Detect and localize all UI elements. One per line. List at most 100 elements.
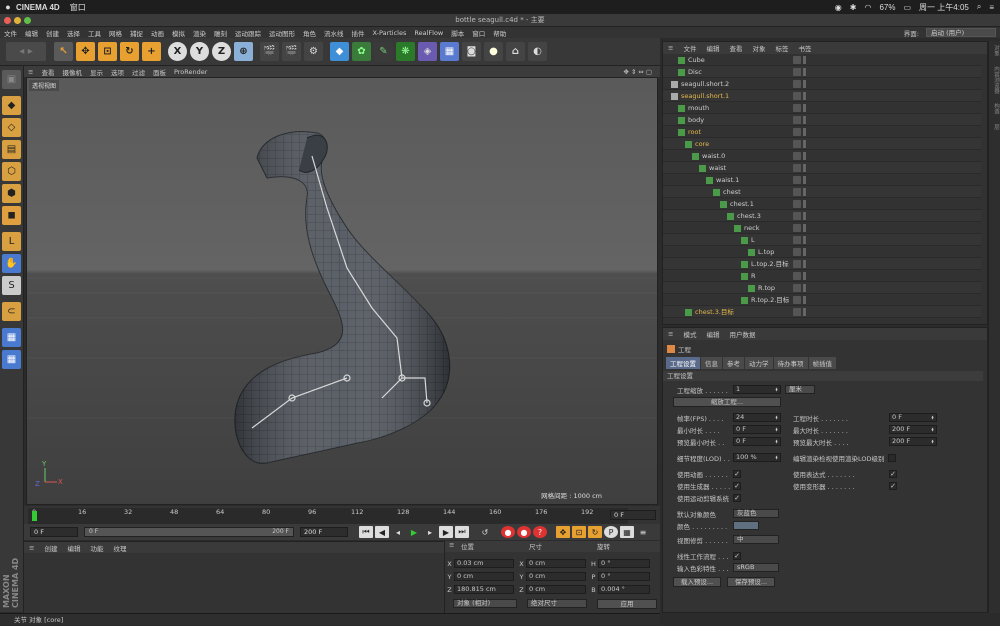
visibility-toggle[interactable]	[793, 308, 801, 316]
object-row[interactable]: waist	[663, 162, 981, 174]
min-time-field[interactable]: 0 F	[733, 425, 781, 434]
render-toggle[interactable]	[803, 92, 806, 100]
object-name[interactable]: neck	[734, 222, 759, 234]
menu-select[interactable]: 选择	[63, 28, 84, 38]
vp-menu-prorender[interactable]: ProRender	[170, 68, 211, 76]
position-y-field[interactable]: 0 cm	[454, 572, 514, 581]
key-scale-icon[interactable]: ⊡	[572, 526, 586, 538]
current-frame-field[interactable]: 0 F	[610, 510, 656, 520]
visibility-toggle[interactable]	[793, 224, 801, 232]
start-frame-field[interactable]: 0 F	[30, 527, 78, 537]
z-axis-lock-icon[interactable]: Z	[212, 42, 231, 61]
key-pla-icon[interactable]: ▦	[620, 526, 634, 538]
render-toggle[interactable]	[803, 140, 806, 148]
render-lod-checkbox[interactable]	[887, 453, 896, 462]
size-y-field[interactable]: 0 cm	[526, 572, 586, 581]
recent-tool-icon[interactable]: +	[142, 42, 161, 61]
zoom-window-button[interactable]	[24, 17, 31, 24]
use-animation-checkbox[interactable]: ✓	[733, 469, 741, 478]
object-row[interactable]: waist.1	[663, 174, 981, 186]
object-row[interactable]: chest.1	[663, 198, 981, 210]
fps-field[interactable]: 24	[733, 413, 781, 422]
scene-floor-icon[interactable]: ▦	[440, 42, 459, 61]
coords-mode-dropdown[interactable]: 对象 (相对)	[453, 599, 517, 608]
snap-icon[interactable]: S	[2, 276, 21, 295]
timeline-menu-icon[interactable]: ≡	[636, 526, 650, 538]
visibility-toggle[interactable]	[793, 212, 801, 220]
keyframe-selection-icon[interactable]: ?	[533, 526, 547, 538]
menu-tools[interactable]: 工具	[84, 28, 105, 38]
go-end-icon[interactable]: ⏭	[455, 526, 469, 538]
mat-menu-function[interactable]: 功能	[85, 543, 108, 553]
cube-primitive-icon[interactable]: ◆	[330, 42, 349, 61]
hamburger-icon[interactable]: ≡	[449, 541, 454, 549]
object-row[interactable]: seagull.short.1	[663, 90, 981, 102]
render-toggle[interactable]	[803, 128, 806, 136]
save-preset-button[interactable]: 保存预设...	[727, 576, 775, 587]
prev-key-icon[interactable]: ◀	[375, 526, 389, 538]
next-key-icon[interactable]: ▶	[439, 526, 453, 538]
undo-redo-icon[interactable]: ◂ ▸	[6, 42, 46, 61]
am-menu-userdata[interactable]: 用户数据	[724, 329, 760, 339]
visibility-toggle[interactable]	[793, 164, 801, 172]
end-frame-field[interactable]: 200 F	[300, 527, 348, 537]
menu-mograph[interactable]: 运动图形	[265, 28, 299, 38]
object-name[interactable]: mouth	[678, 102, 709, 114]
object-name[interactable]: waist	[699, 162, 726, 174]
object-row[interactable]: chest.3.目标	[663, 306, 981, 318]
menu-xparticles[interactable]: X-Particles	[369, 29, 411, 37]
points-mode-icon[interactable]: ⬡	[2, 162, 21, 181]
object-name[interactable]: seagull.short.2	[671, 78, 729, 90]
menu-help[interactable]: 帮助	[489, 28, 510, 38]
render-view-icon[interactable]: 🎬	[260, 42, 279, 61]
render-settings-icon[interactable]: ⚙	[304, 42, 323, 61]
use-generators-checkbox[interactable]: ✓	[733, 481, 741, 490]
app-name-menu[interactable]: CINEMA 4D	[16, 3, 60, 12]
vp-menu-display[interactable]: 显示	[86, 67, 107, 77]
om-menu-tags[interactable]: 标签	[770, 43, 793, 53]
close-window-button[interactable]	[4, 17, 11, 24]
render-toggle[interactable]	[803, 260, 806, 268]
size-x-field[interactable]: 0 cm	[526, 559, 586, 568]
render-toggle[interactable]	[803, 308, 806, 316]
move-tool-icon[interactable]: ✥	[76, 42, 95, 61]
menu-mesh[interactable]: 网格	[105, 28, 126, 38]
render-toggle[interactable]	[803, 188, 806, 196]
object-row[interactable]: Disc	[663, 66, 981, 78]
side-tab-objects[interactable]: 对象	[993, 41, 999, 60]
model-mode-icon[interactable]: ▣	[2, 70, 21, 89]
wechat-icon[interactable]: ◉	[835, 3, 842, 12]
object-name[interactable]: R.top.2.目标	[741, 294, 789, 306]
object-name[interactable]: R	[741, 270, 756, 282]
autokey-icon[interactable]: ●	[517, 526, 531, 538]
menu-edit[interactable]: 编辑	[21, 28, 42, 38]
object-name[interactable]: chest	[713, 186, 741, 198]
default-color-dropdown[interactable]: 灰蓝色	[733, 509, 779, 518]
rotation-h-field[interactable]: 0 °	[598, 559, 650, 568]
hamburger-icon[interactable]: ≡	[24, 544, 39, 552]
menu-realflow[interactable]: RealFlow	[410, 29, 447, 37]
timeline-ruler[interactable]: 0 16 32 48 64 80 96 112 128 144 160 176 …	[28, 508, 628, 524]
visibility-toggle[interactable]	[793, 272, 801, 280]
workplane-icon[interactable]: ▤	[2, 140, 21, 159]
max-time-field[interactable]: 200 F	[889, 425, 937, 434]
render-toggle[interactable]	[803, 176, 806, 184]
object-row[interactable]: L.top.2.目标	[663, 258, 981, 270]
render-toggle[interactable]	[803, 296, 806, 304]
loop-icon[interactable]: ↺	[478, 526, 492, 538]
go-start-icon[interactable]: ⏮	[359, 526, 373, 538]
tab-reference[interactable]: 参考	[723, 357, 744, 369]
menu-render[interactable]: 渲染	[189, 28, 210, 38]
use-expressions-checkbox[interactable]: ✓	[889, 469, 897, 478]
menu-character[interactable]: 角色	[299, 28, 320, 38]
polygons-mode-icon[interactable]: ◼	[2, 206, 21, 225]
object-row[interactable]: mouth	[663, 102, 981, 114]
menu-animate[interactable]: 动画	[147, 28, 168, 38]
texture-mode-icon[interactable]: ◇	[2, 118, 21, 137]
apply-button[interactable]: 应用	[597, 598, 657, 609]
object-row[interactable]: L	[663, 234, 981, 246]
visibility-toggle[interactable]	[793, 68, 801, 76]
menu-motion-tracking[interactable]: 运动跟踪	[231, 28, 265, 38]
use-deformers-checkbox[interactable]: ✓	[889, 481, 897, 490]
visibility-toggle[interactable]	[793, 104, 801, 112]
